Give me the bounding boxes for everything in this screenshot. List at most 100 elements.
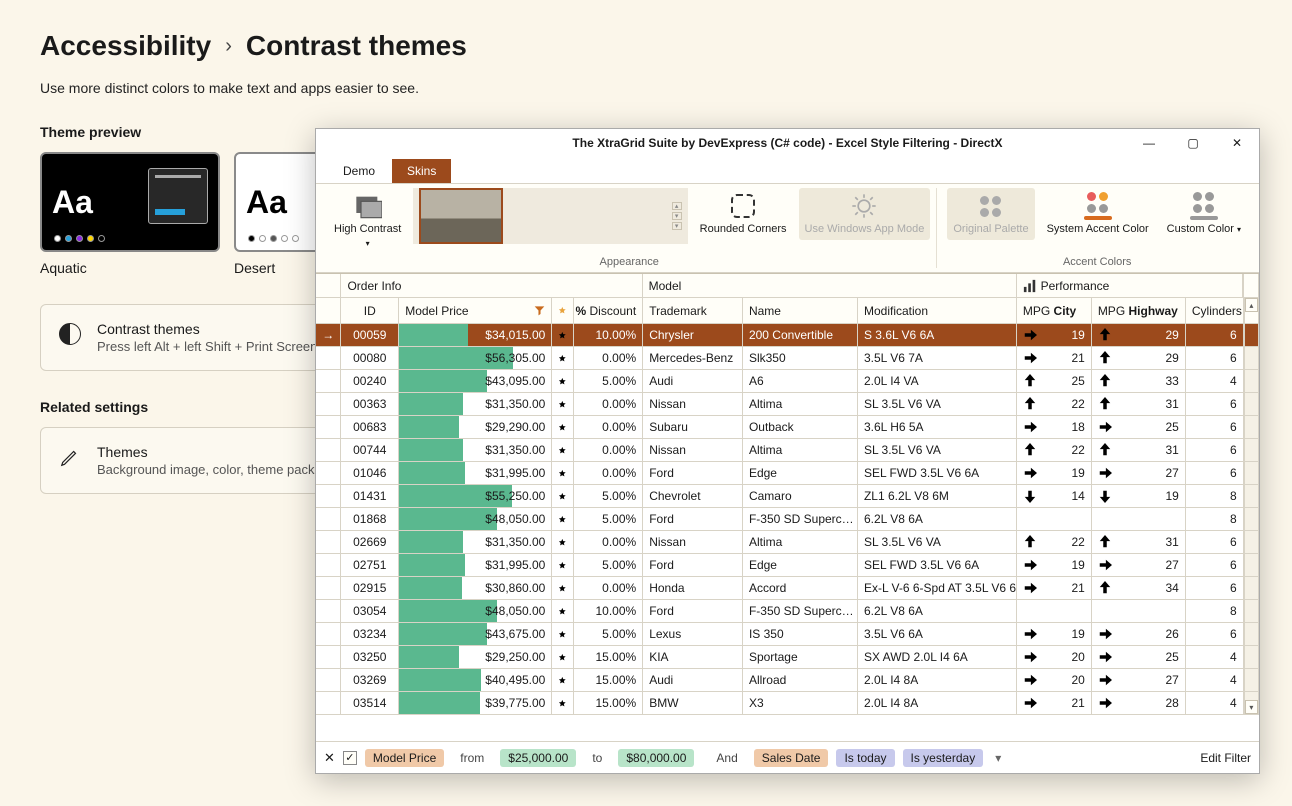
theme-swatch: Aa xyxy=(40,152,220,252)
filter-to-value[interactable]: $80,000.00 xyxy=(618,749,694,767)
cell-discount: 15.00% xyxy=(574,669,643,692)
arrow-right-icon xyxy=(1023,558,1037,572)
high-contrast-dropdown[interactable]: High Contrast ▾ xyxy=(328,188,407,252)
band-model[interactable]: Model xyxy=(643,274,1017,298)
table-row[interactable]: 03269$40,495.0015.00%AudiAllroad2.0L I4 … xyxy=(316,669,1259,692)
filter-and: And xyxy=(708,749,745,767)
table-row[interactable]: 01431$55,250.005.00%ChevroletCamaroZL1 6… xyxy=(316,485,1259,508)
table-row[interactable]: 03054$48,050.0010.00%FordF-350 SD Superc… xyxy=(316,600,1259,623)
card-subtitle: Background image, color, theme packs xyxy=(97,462,321,477)
filter-mru-dropdown[interactable]: ▾ xyxy=(991,751,1005,765)
cell-star xyxy=(552,669,574,692)
cell-id: 01046 xyxy=(341,462,399,485)
col-star[interactable] xyxy=(552,298,574,324)
tab-demo[interactable]: Demo xyxy=(328,159,390,183)
cell-id: 03054 xyxy=(341,600,399,623)
cell-modification: SL 3.5L V6 VA xyxy=(858,439,1017,462)
cell-cylinders: 6 xyxy=(1186,393,1244,416)
band-order-info[interactable]: Order Info xyxy=(341,274,642,298)
arrow-up-icon xyxy=(1098,374,1112,388)
filter-sales-date-token[interactable]: Sales Date xyxy=(754,749,829,767)
row-indicator xyxy=(316,508,341,531)
cell-mpg-highway: 25 xyxy=(1092,416,1186,439)
skin-gallery[interactable]: ▴ ▾ ▾ xyxy=(413,188,687,244)
col-discount[interactable]: % Discount xyxy=(574,298,643,324)
filter-enable-checkbox[interactable]: ✓ xyxy=(343,751,357,765)
minimize-button[interactable]: — xyxy=(1127,129,1171,157)
cell-cylinders: 6 xyxy=(1186,623,1244,646)
maximize-button[interactable]: ▢ xyxy=(1171,129,1215,157)
original-palette-button[interactable]: Original Palette xyxy=(947,188,1034,240)
tab-skins[interactable]: Skins xyxy=(392,159,451,183)
col-modification[interactable]: Modification xyxy=(858,298,1017,324)
col-cylinders[interactable]: Cylinders xyxy=(1186,298,1244,324)
edit-filter-link[interactable]: Edit Filter xyxy=(1200,751,1251,765)
cell-mpg-highway: 29 xyxy=(1092,324,1186,347)
table-row[interactable]: 03234$43,675.005.00%LexusIS 3503.5L V6 6… xyxy=(316,623,1259,646)
cell-cylinders: 8 xyxy=(1186,508,1244,531)
band-performance[interactable]: Performance xyxy=(1017,274,1244,298)
breadcrumb-parent[interactable]: Accessibility xyxy=(40,30,211,62)
table-row[interactable]: 02751$31,995.005.00%FordEdgeSEL FWD 3.5L… xyxy=(316,554,1259,577)
col-name[interactable]: Name xyxy=(743,298,858,324)
arrow-right-icon xyxy=(1023,328,1037,342)
col-model-price[interactable]: Model Price xyxy=(399,298,552,324)
table-row[interactable]: 00683$29,290.000.00%SubaruOutback3.6L H6… xyxy=(316,416,1259,439)
cell-name: X3 xyxy=(743,692,858,715)
rounded-corners-button[interactable]: Rounded Corners xyxy=(694,188,793,240)
filter-from-value[interactable]: $25,000.00 xyxy=(500,749,576,767)
close-button[interactable]: ✕ xyxy=(1215,129,1259,157)
use-windows-app-mode-button[interactable]: Use Windows App Mode xyxy=(799,188,931,240)
col-trademark[interactable]: Trademark xyxy=(643,298,743,324)
custom-color-dropdown[interactable]: Custom Color ▾ xyxy=(1161,188,1247,240)
cell-trademark: BMW xyxy=(643,692,743,715)
table-row[interactable]: 01868$48,050.005.00%FordF-350 SD Superc…… xyxy=(316,508,1259,531)
theme-card-aquatic[interactable]: Aa Aquatic xyxy=(40,152,220,276)
arrow-up-icon xyxy=(1023,397,1037,411)
cell-modification: Ex-L V-6 6-Spd AT 3.5L V6 6A xyxy=(858,577,1017,600)
system-accent-color-button[interactable]: System Accent Color xyxy=(1041,188,1155,240)
cell-mpg-city: 21 xyxy=(1017,347,1092,370)
table-row[interactable]: →00059$34,015.0010.00%Chrysler200 Conver… xyxy=(316,324,1259,347)
filter-is-yesterday[interactable]: Is yesterday xyxy=(903,749,984,767)
row-indicator xyxy=(316,393,341,416)
cell-id: 00744 xyxy=(341,439,399,462)
scroll-down-button[interactable]: ▾ xyxy=(1245,700,1258,714)
table-row[interactable]: 00744$31,350.000.00%NissanAltimaSL 3.5L … xyxy=(316,439,1259,462)
filter-is-today[interactable]: Is today xyxy=(836,749,894,767)
col-id[interactable]: ID xyxy=(341,298,399,324)
col-mpg-city[interactable]: MPG City xyxy=(1017,298,1092,324)
table-row[interactable]: 00240$43,095.005.00%AudiA62.0L I4 VA2533… xyxy=(316,370,1259,393)
cell-star xyxy=(552,439,574,462)
gallery-scroll-down[interactable]: ▾ xyxy=(672,212,682,220)
titlebar[interactable]: The XtraGrid Suite by DevExpress (C# cod… xyxy=(316,129,1259,157)
data-grid[interactable]: Order Info Model Performance ID Model Pr… xyxy=(316,273,1259,741)
cell-modification: SEL FWD 3.5L V6 6A xyxy=(858,554,1017,577)
arrow-right-icon xyxy=(1098,627,1112,641)
row-indicator xyxy=(316,370,341,393)
gallery-dropdown[interactable]: ▾ xyxy=(672,222,682,230)
filter-field-token[interactable]: Model Price xyxy=(365,749,444,767)
table-row[interactable]: 00363$31,350.000.00%NissanAltimaSL 3.5L … xyxy=(316,393,1259,416)
table-row[interactable]: 03514$39,775.0015.00%BMWX32.0L I4 8A2128… xyxy=(316,692,1259,715)
row-indicator xyxy=(316,577,341,600)
row-indicator xyxy=(316,485,341,508)
filter-icon[interactable] xyxy=(534,305,545,316)
col-mpg-highway[interactable]: MPG Highway xyxy=(1092,298,1186,324)
skin-swatch-selected[interactable] xyxy=(419,188,503,244)
table-row[interactable]: 00080$56,305.000.00%Mercedes-BenzSlk3503… xyxy=(316,347,1259,370)
arrow-up-icon xyxy=(1098,581,1112,595)
cell-discount: 5.00% xyxy=(574,623,643,646)
table-row[interactable]: 02915$30,860.000.00%HondaAccordEx-L V-6 … xyxy=(316,577,1259,600)
cell-mpg-highway: 31 xyxy=(1092,393,1186,416)
filter-close-button[interactable]: ✕ xyxy=(324,750,335,766)
table-row[interactable]: 03250$29,250.0015.00%KIASportageSX AWD 2… xyxy=(316,646,1259,669)
table-row[interactable]: 02669$31,350.000.00%NissanAltimaSL 3.5L … xyxy=(316,531,1259,554)
table-row[interactable]: 01046$31,995.000.00%FordEdgeSEL FWD 3.5L… xyxy=(316,462,1259,485)
scroll-up-button[interactable]: ▴ xyxy=(1245,298,1258,312)
gallery-scroll-up[interactable]: ▴ xyxy=(672,202,682,210)
cell-star xyxy=(552,531,574,554)
cell-discount: 0.00% xyxy=(574,416,643,439)
arrow-right-icon xyxy=(1023,351,1037,365)
cell-name: Outback xyxy=(743,416,858,439)
